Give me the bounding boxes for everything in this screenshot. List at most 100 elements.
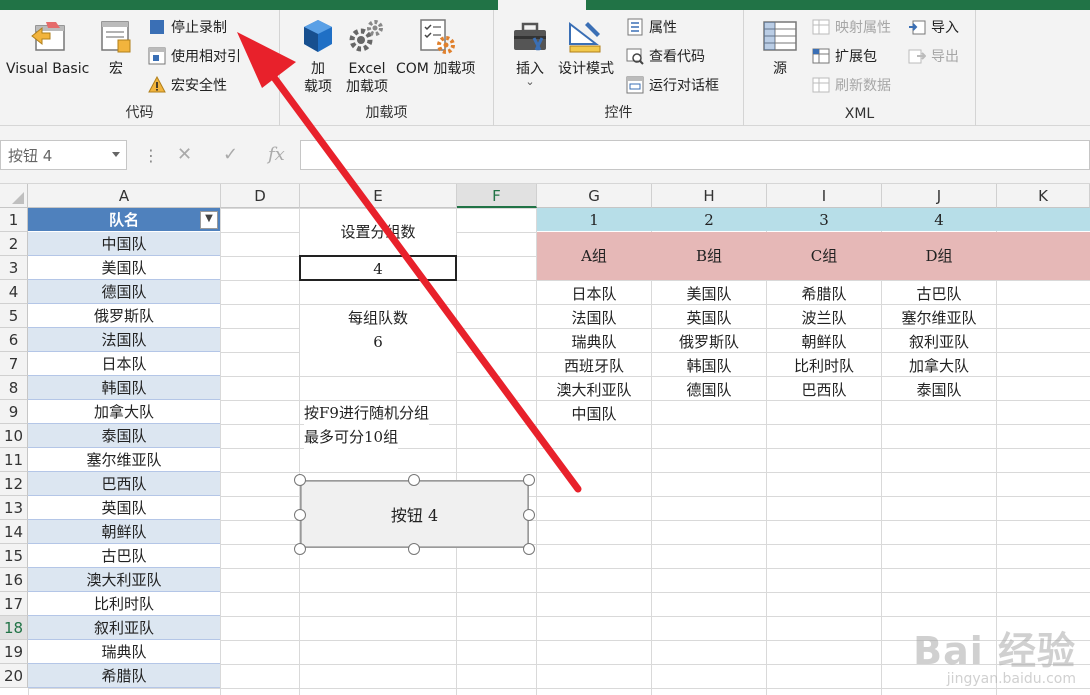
row-header-14[interactable]: 14 [0,520,28,544]
group-member[interactable]: 瑞典队 [537,330,651,354]
group-member[interactable]: 比利时队 [767,354,881,378]
team-cell[interactable]: 法国队 [28,328,220,352]
column-header-g[interactable]: G [537,184,652,208]
design-mode-button[interactable]: 设计模式 [558,16,614,78]
xml-export-button[interactable]: 导出 [908,45,959,67]
row-header-2[interactable]: 2 [0,232,28,256]
row-header-6[interactable]: 6 [0,328,28,352]
team-cell[interactable]: 叙利亚队 [28,616,220,640]
com-addins-button[interactable]: COM 加载项 [396,16,475,78]
group-member[interactable]: 澳大利亚队 [537,378,651,402]
team-cell[interactable]: 瑞典队 [28,640,220,664]
group-name[interactable]: B组 [652,244,766,268]
team-cell[interactable]: 朝鲜队 [28,520,220,544]
group-number[interactable]: 2 [652,208,766,232]
xml-source-button[interactable]: 源 [760,16,800,78]
group-member[interactable]: 德国队 [652,378,766,402]
team-cell[interactable]: 古巴队 [28,544,220,568]
team-cell[interactable]: 英国队 [28,496,220,520]
row-header-3[interactable]: 3 [0,256,28,280]
cancel-formula-icon[interactable]: ✕ [177,144,192,165]
group-member[interactable]: 西班牙队 [537,354,651,378]
insert-control-button[interactable]: 插入 ⌄ [510,16,550,87]
resize-handle[interactable] [523,543,535,555]
group-member[interactable]: 中国队 [537,402,651,426]
team-cell[interactable]: 泰国队 [28,424,220,448]
column-header-a[interactable]: A [28,184,221,208]
group-number[interactable]: 4 [882,208,996,232]
team-table-header[interactable]: 队名 ▼ [28,208,220,232]
row-header-5[interactable]: 5 [0,304,28,328]
name-box-dropdown-icon[interactable] [112,152,120,157]
run-dialog-button[interactable]: 运行对话框 [626,74,719,96]
column-header-k[interactable]: K [997,184,1090,208]
resize-handle[interactable] [408,474,420,486]
refresh-data-button[interactable]: 刷新数据 [812,74,891,96]
team-cell[interactable]: 美国队 [28,256,220,280]
group-member[interactable]: 法国队 [537,306,651,330]
row-header-16[interactable]: 16 [0,568,28,592]
group-member[interactable]: 美国队 [652,282,766,306]
view-code-button[interactable]: 查看代码 [626,45,705,67]
group-member[interactable]: 希腊队 [767,282,881,306]
group-member[interactable]: 俄罗斯队 [652,330,766,354]
row-header-11[interactable]: 11 [0,448,28,472]
group-member[interactable]: 巴西队 [767,378,881,402]
name-box[interactable]: 按钮 4 [0,140,127,170]
group-name[interactable]: A组 [537,244,651,268]
team-cell[interactable]: 俄罗斯队 [28,304,220,328]
group-name[interactable]: C组 [767,244,881,268]
team-cell[interactable]: 澳大利亚队 [28,568,220,592]
row-header-4[interactable]: 4 [0,280,28,304]
shuffle-form-button[interactable]: 按钮 4 [301,481,528,547]
group-number[interactable]: 3 [767,208,881,232]
formula-bar-grip-icon[interactable]: ⋮ [143,146,159,165]
row-header-8[interactable]: 8 [0,376,28,400]
properties-button[interactable]: 属性 [626,16,677,38]
resize-handle[interactable] [294,474,306,486]
column-header-e[interactable]: E [300,184,457,208]
group-member[interactable]: 泰国队 [882,378,996,402]
group-member[interactable]: 韩国队 [652,354,766,378]
group-member[interactable]: 朝鲜队 [767,330,881,354]
row-header-13[interactable]: 13 [0,496,28,520]
addins-button[interactable]: 加 载项 [298,16,338,96]
column-header-i[interactable]: I [767,184,882,208]
team-cell[interactable]: 塞尔维亚队 [28,448,220,472]
group-count-input[interactable]: 4 [299,255,457,281]
row-header-10[interactable]: 10 [0,424,28,448]
group-member[interactable]: 日本队 [537,282,651,306]
row-header-20[interactable]: 20 [0,664,28,688]
enter-formula-icon[interactable]: ✓ [223,144,238,165]
resize-handle[interactable] [523,474,535,486]
row-header-12[interactable]: 12 [0,472,28,496]
team-cell[interactable]: 中国队 [28,232,220,256]
excel-addins-button[interactable]: Excel 加载项 [346,16,388,96]
expansion-packs-button[interactable]: 扩展包 [812,45,877,67]
map-properties-button[interactable]: 映射属性 [812,16,891,38]
team-cell[interactable]: 德国队 [28,280,220,304]
group-name[interactable]: D组 [882,244,996,268]
team-cell[interactable]: 巴西队 [28,472,220,496]
row-header-18[interactable]: 18 [0,616,28,640]
row-header-9[interactable]: 9 [0,400,28,424]
group-member[interactable]: 叙利亚队 [882,330,996,354]
visual-basic-button[interactable]: Visual Basic [6,16,89,78]
select-all-corner[interactable] [0,184,28,208]
resize-handle[interactable] [523,509,535,521]
macro-security-button[interactable]: 宏安全性 [148,74,227,96]
stop-recording-button[interactable]: 停止录制 [148,16,227,38]
relative-reference-button[interactable]: 使用相对引 [148,45,241,67]
xml-import-button[interactable]: 导入 [908,16,959,38]
row-header-19[interactable]: 19 [0,640,28,664]
insert-function-icon[interactable]: fx [268,144,285,165]
group-member[interactable]: 塞尔维亚队 [882,306,996,330]
team-cell[interactable]: 希腊队 [28,664,220,688]
row-header-1[interactable]: 1 [0,208,28,232]
resize-handle[interactable] [408,543,420,555]
formula-input[interactable] [300,140,1090,170]
team-cell[interactable]: 加拿大队 [28,400,220,424]
macros-button[interactable]: 宏 [96,16,136,78]
filter-dropdown-icon[interactable]: ▼ [200,211,218,229]
group-member[interactable]: 加拿大队 [882,354,996,378]
